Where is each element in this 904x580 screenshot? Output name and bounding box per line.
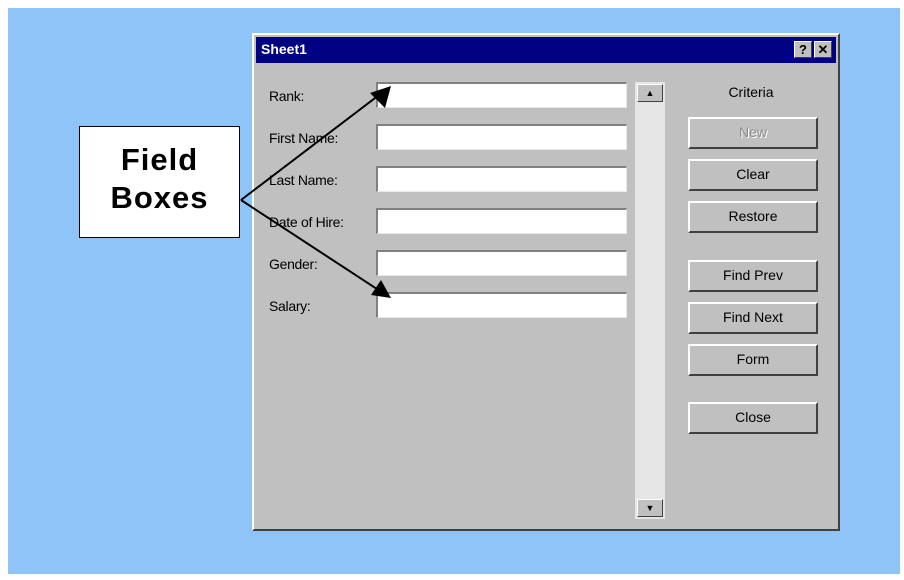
arrowhead-up-icon bbox=[370, 86, 391, 108]
arrow-line-bottom bbox=[240, 199, 384, 294]
arrowhead-down-icon bbox=[371, 280, 391, 298]
callout-arrows bbox=[240, 86, 391, 298]
arrow-line-top bbox=[240, 91, 384, 201]
